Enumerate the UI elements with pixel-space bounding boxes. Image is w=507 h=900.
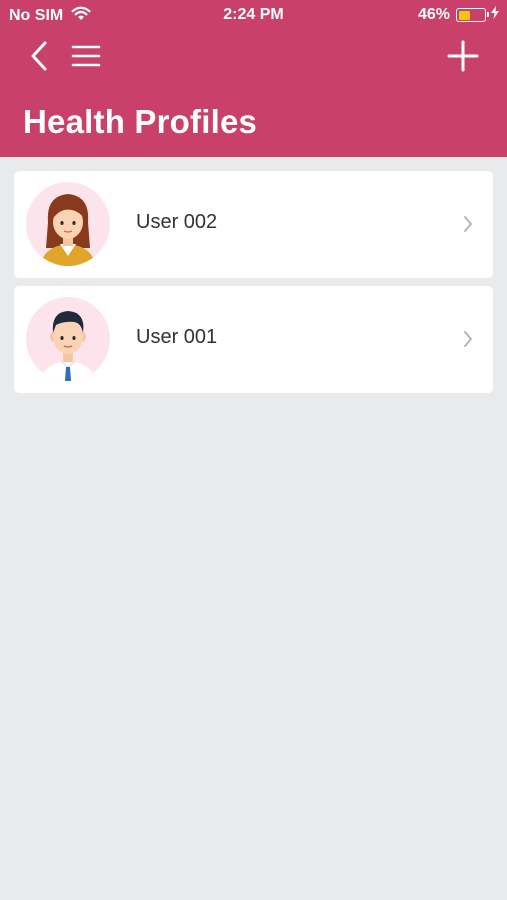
male-avatar-icon bbox=[26, 297, 110, 381]
battery-level bbox=[458, 10, 470, 20]
plus-icon bbox=[447, 40, 479, 77]
menu-button[interactable] bbox=[68, 38, 104, 78]
chevron-left-icon bbox=[30, 40, 48, 77]
profile-list: User 002 User 001 bbox=[14, 171, 493, 401]
female-avatar-icon bbox=[26, 182, 110, 266]
battery-icon bbox=[456, 8, 489, 22]
status-bar: No SIM 2:24 PM 46% bbox=[0, 0, 507, 30]
charging-bolt-icon bbox=[491, 6, 499, 24]
add-profile-button[interactable] bbox=[445, 38, 481, 78]
chevron-right-icon bbox=[463, 215, 473, 238]
page-title: Health Profiles bbox=[23, 103, 258, 140]
profile-name: User 001 bbox=[136, 326, 218, 348]
app-header: No SIM 2:24 PM 46% Health Profiles bbox=[0, 0, 507, 157]
back-button[interactable] bbox=[24, 38, 54, 78]
profile-card-user-002[interactable]: User 002 bbox=[14, 171, 493, 278]
chevron-right-icon bbox=[463, 330, 473, 353]
hamburger-menu-icon bbox=[71, 44, 101, 73]
nav-bar bbox=[0, 38, 507, 78]
profile-name: User 002 bbox=[136, 211, 218, 233]
status-right: 46% bbox=[418, 6, 499, 24]
profile-card-user-001[interactable]: User 001 bbox=[14, 286, 493, 393]
battery-percent: 46% bbox=[417, 6, 450, 23]
